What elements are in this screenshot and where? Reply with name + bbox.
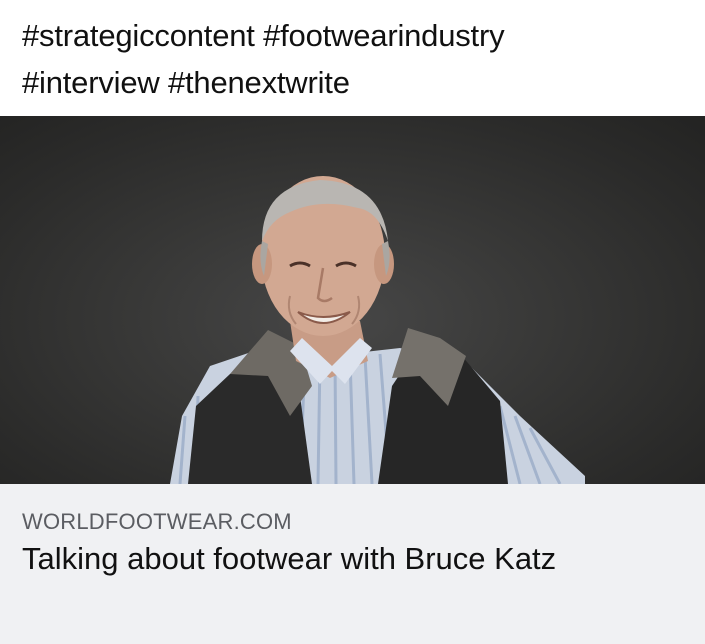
post-caption: #strategiccontent #footwearindustry #int… xyxy=(22,12,692,112)
link-title[interactable]: Talking about footwear with Bruce Katz xyxy=(22,538,662,580)
hashtags-line-2[interactable]: #interview #thenextwrite xyxy=(22,59,692,106)
post-container: #strategiccontent #footwearindustry #int… xyxy=(0,0,705,644)
portrait-illustration xyxy=(170,176,585,484)
hashtags-line-1[interactable]: #strategiccontent #footwearindustry xyxy=(22,12,692,59)
link-preview-meta: WORLDFOOTWEAR.COM Talking about footwear… xyxy=(0,484,705,644)
link-preview-card[interactable]: WORLDFOOTWEAR.COM Talking about footwear… xyxy=(0,116,705,644)
article-photo[interactable] xyxy=(0,116,705,484)
link-domain: WORLDFOOTWEAR.COM xyxy=(22,509,292,534)
